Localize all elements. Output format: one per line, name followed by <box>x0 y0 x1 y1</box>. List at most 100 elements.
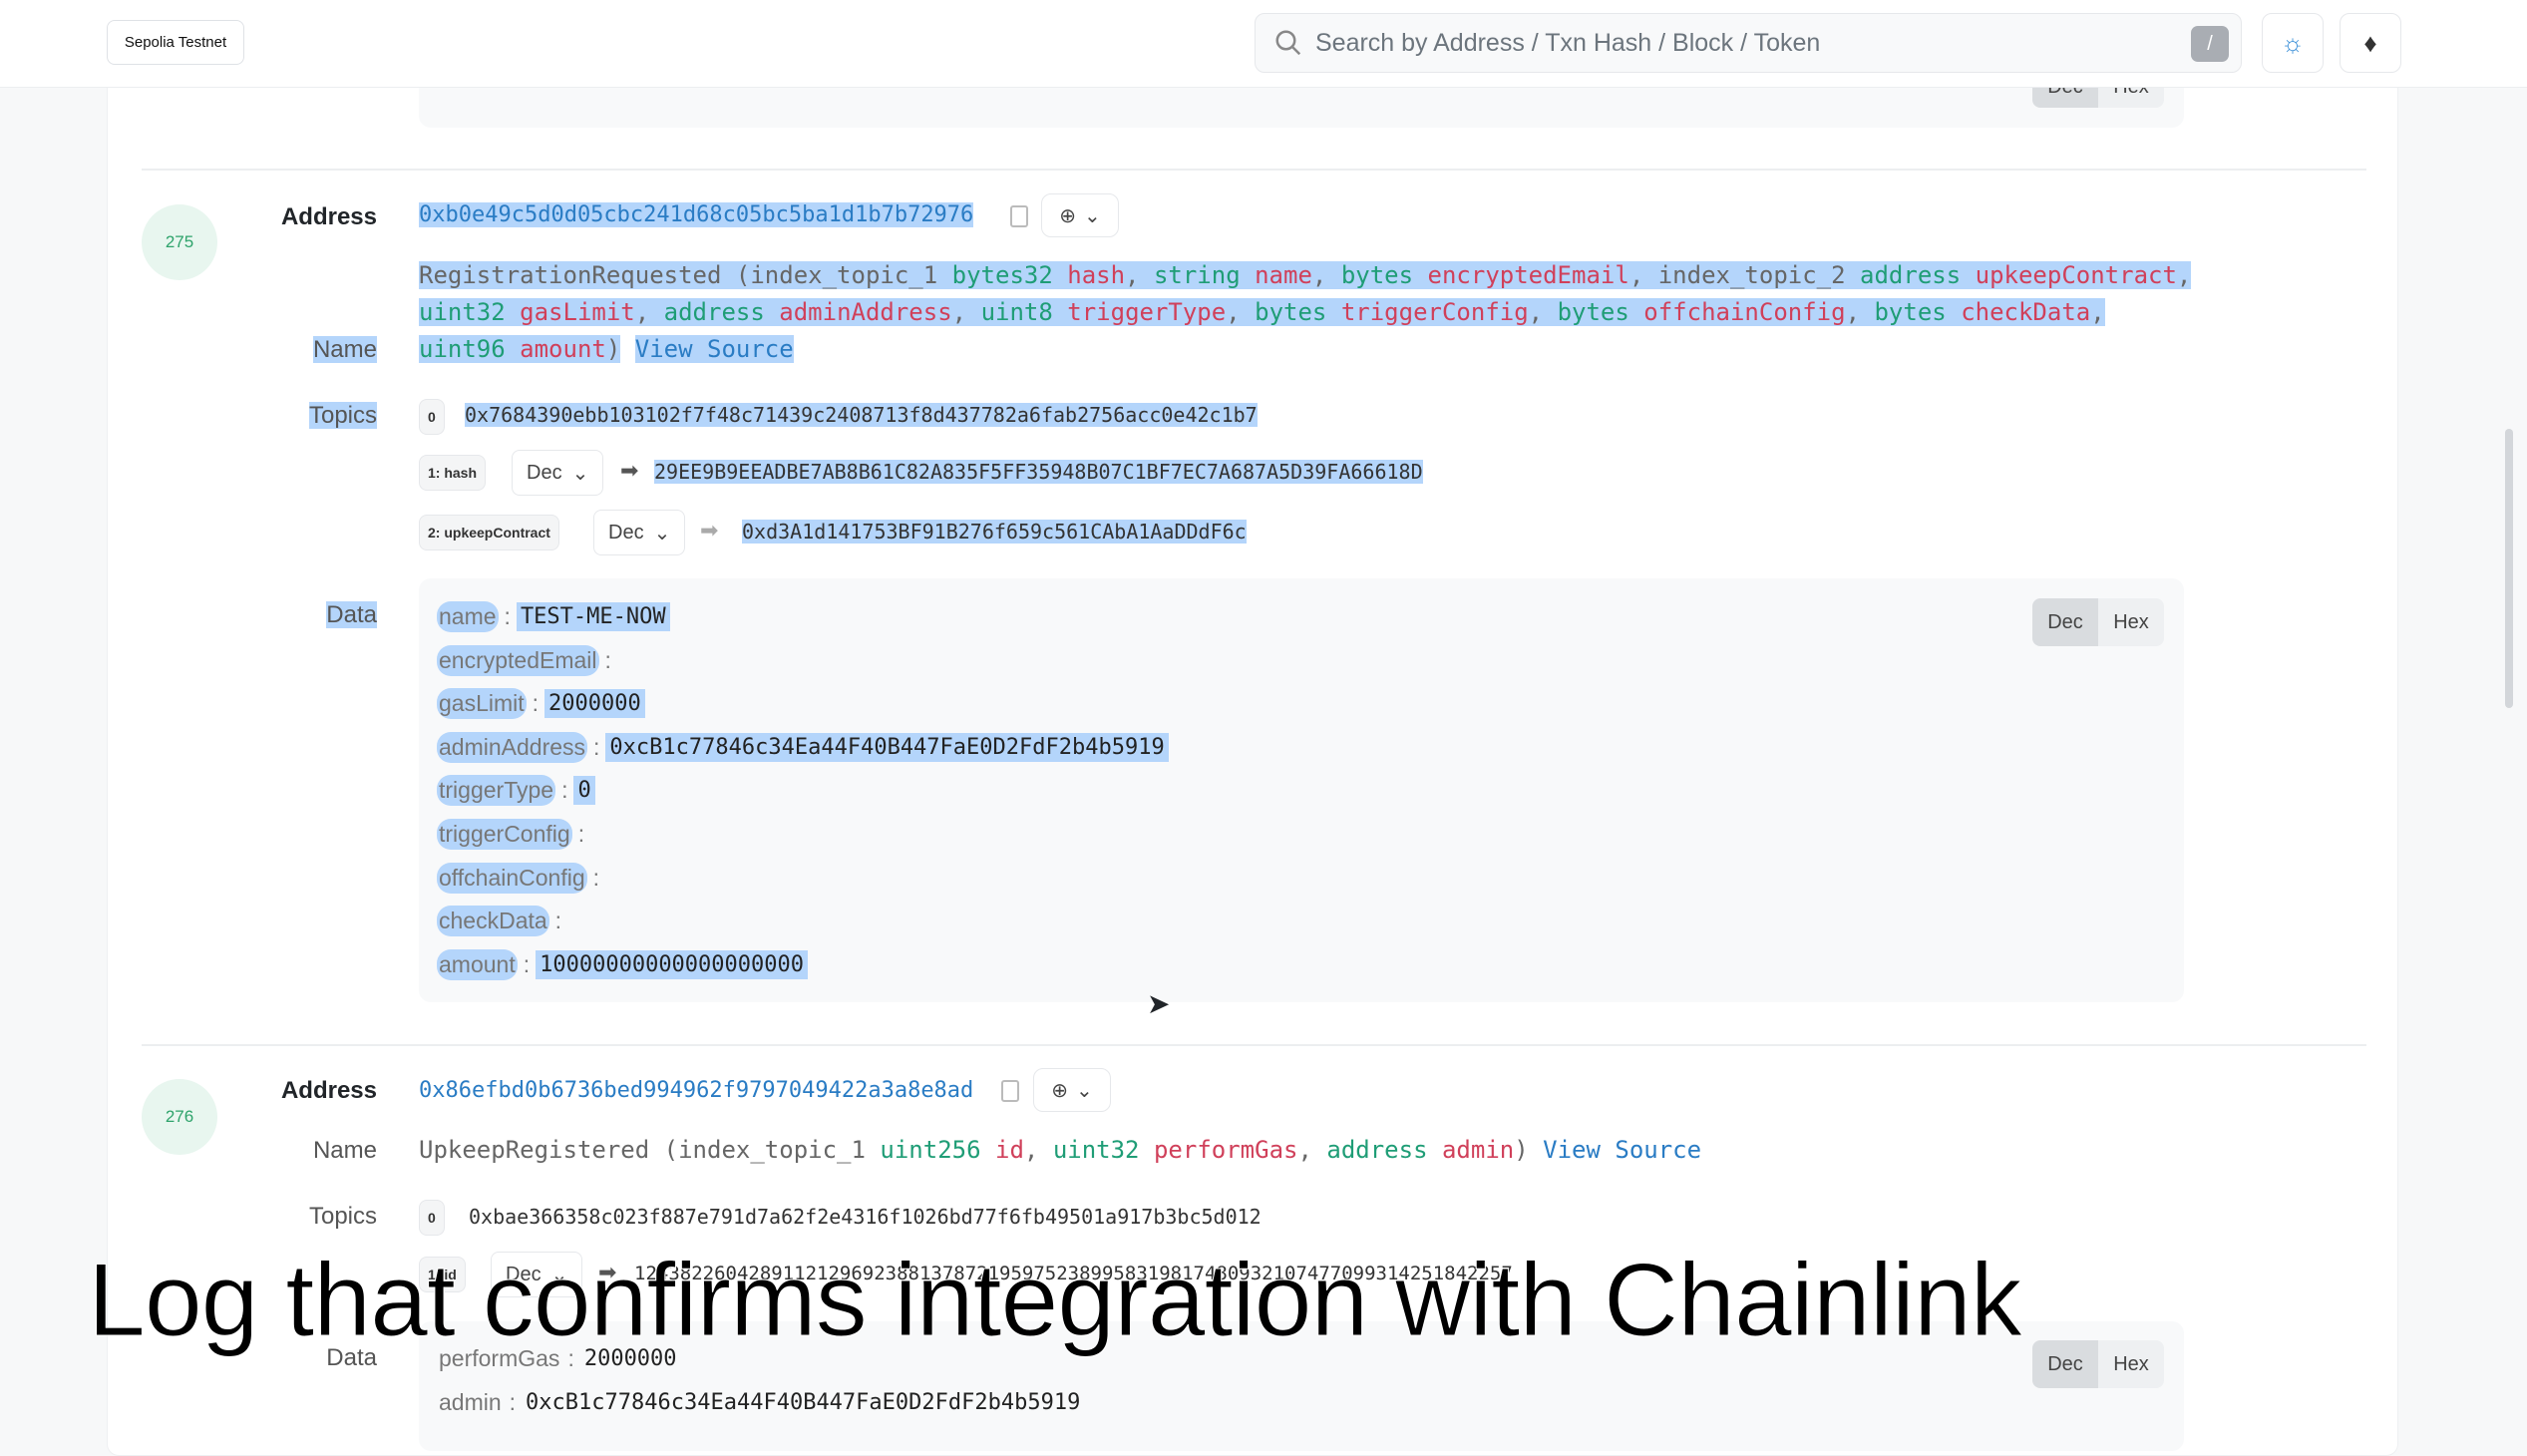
param-type: bytes <box>1255 298 1327 326</box>
chain-button[interactable]: ♦ <box>2340 13 2401 73</box>
dec-hex-toggle[interactable]: Dec Hex <box>2032 598 2164 646</box>
view-source-link[interactable]: View Source <box>1543 1136 1701 1164</box>
data-row: amount:10000000000000000000 <box>437 948 809 980</box>
data-key: checkData <box>437 906 549 937</box>
log-address-link[interactable]: 0xb0e49c5d0d05cbc241d68c05bc5ba1d1b7b729… <box>419 202 974 227</box>
copy-icon[interactable] <box>1001 1080 1019 1102</box>
param-type: address <box>1326 1136 1428 1164</box>
colon: : <box>592 864 600 891</box>
topic-index-badge: 0 <box>419 399 445 435</box>
log-data-box <box>419 578 2184 1002</box>
event-name: RegistrationRequested <box>419 261 722 289</box>
param-name: id <box>995 1136 1024 1164</box>
data-row: checkData: <box>437 906 561 937</box>
param-type: bytes32 <box>951 261 1053 289</box>
chevron-down-icon: ⌄ <box>1076 1079 1093 1102</box>
format-value: Dec <box>608 521 644 544</box>
address-label: Address <box>280 203 377 230</box>
topic-index-badge: 2: upkeepContract <box>419 515 559 550</box>
topic-format-select[interactable]: Dec ⌄ <box>593 510 686 555</box>
topic-format-select[interactable]: Dec ⌄ <box>512 450 604 496</box>
data-value: TEST-ME-NOW <box>516 602 670 631</box>
log-address-link[interactable]: 0x86efbd0b6736bed994962f9797049422a3a8e8… <box>419 1078 973 1103</box>
colon: : <box>561 777 568 804</box>
data-row: admin:0xcB1c77846c34Ea44F40B447FaE0D2FdF… <box>437 1387 1084 1418</box>
zoom-in-icon: ⊕ <box>1051 1079 1068 1102</box>
topic-value: 0x7684390ebb103102f7f48c71439c2408713f8d… <box>465 403 1258 427</box>
copy-icon[interactable] <box>1010 205 1028 227</box>
dec-button[interactable]: Dec <box>2032 1340 2098 1388</box>
data-key: triggerType <box>437 775 556 807</box>
data-row: triggerType:0 <box>437 775 595 807</box>
param-name: hash <box>1067 261 1126 289</box>
scrollbar[interactable] <box>2505 429 2513 708</box>
data-value: 10000000000000000000 <box>536 949 809 979</box>
param-name: triggerType <box>1067 298 1227 326</box>
colon: : <box>523 950 531 977</box>
data-key: amount <box>437 948 518 980</box>
param-name: offchainConfig <box>1643 298 1846 326</box>
topic-index-badge: 0 <box>419 1200 445 1236</box>
param-name: amount <box>520 335 606 363</box>
address-label: Address <box>280 1077 377 1104</box>
param-type: address <box>1860 261 1962 289</box>
data-row: gasLimit:2000000 <box>437 688 645 720</box>
event-signature: UpkeepRegistered (index_topic_1 uint256 … <box>419 1132 2194 1169</box>
colon: : <box>532 690 540 717</box>
data-key: gasLimit <box>437 688 527 720</box>
network-badge[interactable]: Sepolia Testnet <box>107 20 244 65</box>
param-name: encryptedEmail <box>1427 261 1629 289</box>
topic-address-link[interactable]: 0xd3A1d141753BF91B276f659c561CAbA1AaDDdF… <box>742 520 1247 544</box>
arrow-right-icon: ➡ <box>620 458 639 483</box>
arrow-right-icon: ➡ <box>700 518 719 543</box>
colon: : <box>509 1388 517 1415</box>
param-type: bytes <box>1340 261 1414 289</box>
view-source-link[interactable]: View Source <box>634 335 794 363</box>
dec-button[interactable]: Dec <box>2032 598 2098 646</box>
topics-label: Topics <box>308 1203 377 1230</box>
search-placeholder: Search by Address / Txn Hash / Block / T… <box>1315 28 1821 57</box>
data-key: offchainConfig <box>437 862 587 894</box>
param-type: bytes <box>1874 298 1947 326</box>
param-prefix: index_topic_2 <box>1657 261 1846 289</box>
param-type: uint8 <box>980 298 1053 326</box>
event-name: UpkeepRegistered <box>419 1136 650 1164</box>
param-type: uint96 <box>419 335 506 363</box>
colon: : <box>504 603 511 629</box>
param-type: string <box>1153 261 1241 289</box>
name-label: Name <box>312 1137 377 1164</box>
param-type: uint32 <box>419 298 506 326</box>
data-row: adminAddress:0xcB1c77846c34Ea44F40B447Fa… <box>437 731 1169 763</box>
param-name: performGas <box>1153 1136 1298 1164</box>
param-type: address <box>663 298 765 326</box>
data-key: triggerConfig <box>437 819 572 850</box>
search-shortcut-key: / <box>2191 26 2229 62</box>
param-name: gasLimit <box>520 298 635 326</box>
theme-toggle-button[interactable]: ☼ <box>2262 13 2324 73</box>
data-address-link[interactable]: 0xcB1c77846c34Ea44F40B447FaE0D2FdF2b4b59… <box>605 732 1169 762</box>
param-name: upkeepContract <box>1975 261 2177 289</box>
data-key: name <box>437 601 499 632</box>
zoom-in-icon: ⊕ <box>1059 204 1076 227</box>
address-lookup-dropdown[interactable]: ⊕ ⌄ <box>1033 1068 1111 1112</box>
data-key: adminAddress <box>437 731 588 763</box>
chevron-down-icon: ⌄ <box>653 522 671 545</box>
event-signature: RegistrationRequested (index_topic_1 byt… <box>419 257 2194 368</box>
video-caption: Log that confirms integration with Chain… <box>88 1243 2023 1359</box>
address-lookup-dropdown[interactable]: ⊕ ⌄ <box>1041 193 1119 237</box>
param-name: checkData <box>1961 298 2091 326</box>
topic-index-badge: 1: hash <box>419 455 487 491</box>
dec-hex-toggle[interactable]: Dec Hex <box>2032 1340 2164 1388</box>
data-label: Data <box>326 601 377 628</box>
chevron-down-icon: ⌄ <box>1084 204 1101 227</box>
data-address-link[interactable]: 0xcB1c77846c34Ea44F40B447FaE0D2FdF2b4b59… <box>522 1388 1084 1417</box>
chevron-down-icon: ⌄ <box>571 462 589 485</box>
data-row: encryptedEmail: <box>437 644 611 676</box>
hex-button[interactable]: Hex <box>2098 1340 2164 1388</box>
data-key: admin <box>439 1388 502 1415</box>
format-value: Dec <box>527 461 562 484</box>
topic-value: 29EE9B9EEADBE7AB8B61C82A835F5FF35948B07C… <box>654 460 1423 484</box>
hex-button[interactable]: Hex <box>2098 598 2164 646</box>
search-input[interactable]: Search by Address / Txn Hash / Block / T… <box>1255 13 2242 73</box>
data-value: 2000000 <box>544 689 645 719</box>
